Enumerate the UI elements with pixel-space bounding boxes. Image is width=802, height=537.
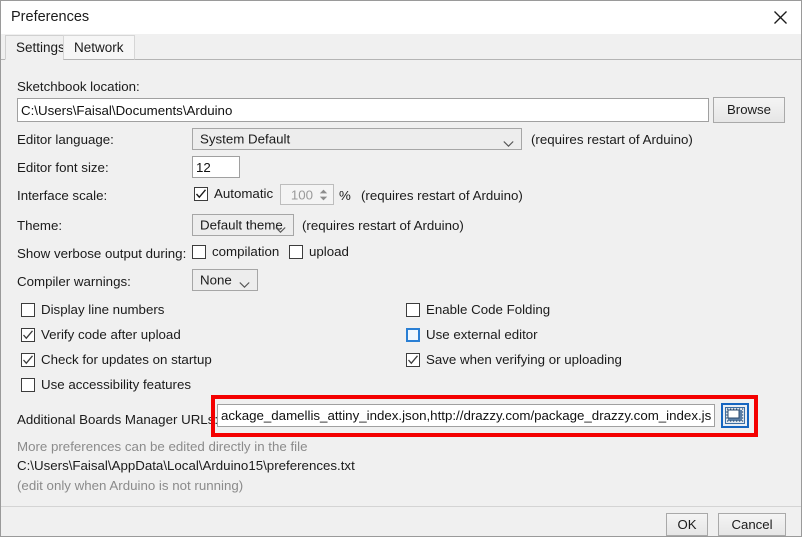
editor-language-restart-note: (requires restart of Arduino) bbox=[531, 132, 693, 147]
checkbox-box bbox=[21, 377, 35, 392]
compiler-warnings-value: None bbox=[200, 272, 232, 288]
chevron-down-icon bbox=[275, 222, 286, 234]
use-external-editor-label: Use external editor bbox=[426, 327, 538, 342]
cancel-button[interactable]: Cancel bbox=[718, 513, 786, 536]
enable-code-folding-checkbox[interactable]: Enable Code Folding bbox=[406, 302, 550, 317]
use-external-editor-checkbox[interactable]: Use external editor bbox=[406, 327, 538, 342]
checkbox-box bbox=[21, 327, 35, 342]
display-line-numbers-label: Display line numbers bbox=[41, 302, 165, 317]
theme-select[interactable]: Default theme bbox=[192, 214, 294, 236]
browse-button[interactable]: Browse bbox=[713, 97, 785, 123]
check-for-updates-label: Check for updates on startup bbox=[41, 352, 212, 367]
interface-scale-percent-label: % bbox=[339, 188, 351, 203]
preferences-hint-line-1: More preferences can be edited directly … bbox=[17, 439, 308, 454]
checkbox-box bbox=[406, 327, 420, 342]
use-accessibility-features-label: Use accessibility features bbox=[41, 377, 192, 392]
compiler-warnings-select[interactable]: None bbox=[192, 269, 258, 291]
theme-label: Theme: bbox=[17, 218, 63, 233]
checkbox-box bbox=[21, 302, 35, 317]
check-icon bbox=[23, 329, 33, 339]
stepper-arrows-icon bbox=[317, 187, 330, 202]
title-bar: Preferences bbox=[1, 1, 801, 35]
boards-manager-urls-label: Additional Boards Manager URLs: bbox=[17, 412, 219, 427]
theme-restart-note: (requires restart of Arduino) bbox=[302, 218, 464, 233]
check-icon bbox=[195, 188, 207, 198]
verify-code-after-upload-label: Verify code after upload bbox=[41, 327, 181, 342]
interface-scale-restart-note: (requires restart of Arduino) bbox=[361, 188, 523, 203]
theme-value: Default theme bbox=[200, 217, 283, 233]
verbose-upload-label: upload bbox=[309, 244, 349, 259]
verbose-output-label: Show verbose output during: bbox=[17, 246, 187, 261]
verbose-upload-checkbox[interactable]: upload bbox=[289, 244, 349, 259]
checkbox-box bbox=[21, 352, 35, 367]
verbose-compilation-label: compilation bbox=[212, 244, 280, 259]
editor-language-label: Editor language: bbox=[17, 132, 114, 147]
dialog-footer: OK Cancel bbox=[1, 506, 801, 536]
close-icon[interactable] bbox=[757, 1, 801, 34]
editor-language-select[interactable]: System Default bbox=[192, 128, 522, 150]
preferences-hint-line-3: (edit only when Arduino is not running) bbox=[17, 478, 244, 493]
interface-scale-value: 100 bbox=[290, 187, 313, 202]
window-title: Preferences bbox=[11, 9, 90, 25]
editor-font-size-label: Editor font size: bbox=[17, 160, 109, 175]
verify-code-after-upload-checkbox[interactable]: Verify code after upload bbox=[21, 327, 181, 342]
ok-button[interactable]: OK bbox=[666, 513, 708, 536]
tab-strip: Settings Network bbox=[1, 34, 801, 60]
interface-scale-stepper[interactable]: 100 bbox=[280, 184, 334, 205]
display-line-numbers-checkbox[interactable]: Display line numbers bbox=[21, 302, 164, 317]
editor-font-size-input[interactable] bbox=[192, 156, 240, 178]
settings-panel: Sketchbook location: Browse Editor langu… bbox=[1, 60, 801, 506]
sketchbook-location-input[interactable] bbox=[17, 98, 709, 122]
checkbox-box bbox=[406, 302, 420, 317]
checkbox-box bbox=[194, 186, 208, 201]
save-when-verifying-label: Save when verifying or uploading bbox=[426, 352, 622, 367]
check-for-updates-checkbox[interactable]: Check for updates on startup bbox=[21, 352, 212, 367]
chevron-down-icon bbox=[239, 277, 250, 289]
save-when-verifying-checkbox[interactable]: Save when verifying or uploading bbox=[406, 352, 622, 367]
chevron-down-icon bbox=[503, 136, 514, 148]
sketchbook-location-label: Sketchbook location: bbox=[17, 79, 140, 94]
check-icon bbox=[23, 354, 33, 364]
enable-code-folding-label: Enable Code Folding bbox=[426, 302, 551, 317]
editor-language-value: System Default bbox=[200, 131, 291, 147]
checkbox-box bbox=[289, 244, 303, 259]
preferences-file-path: C:\Users\Faisal\AppData\Local\Arduino15\… bbox=[17, 458, 355, 473]
check-icon bbox=[408, 354, 418, 364]
compiler-warnings-label: Compiler warnings: bbox=[17, 274, 131, 289]
checkbox-box bbox=[406, 352, 420, 367]
interface-scale-automatic-label: Automatic bbox=[214, 186, 274, 201]
preferences-dialog: Preferences Settings Network Sketchbook … bbox=[0, 0, 802, 537]
boards-manager-urls-input[interactable] bbox=[217, 404, 715, 427]
use-accessibility-features-checkbox[interactable]: Use accessibility features bbox=[21, 377, 191, 392]
window-edit-icon[interactable] bbox=[721, 403, 749, 428]
verbose-compilation-checkbox[interactable]: compilation bbox=[192, 244, 279, 259]
interface-scale-label: Interface scale: bbox=[17, 188, 108, 203]
checkbox-box bbox=[192, 244, 206, 259]
tab-network[interactable]: Network bbox=[63, 35, 135, 60]
interface-scale-automatic-checkbox[interactable]: Automatic bbox=[194, 186, 273, 201]
